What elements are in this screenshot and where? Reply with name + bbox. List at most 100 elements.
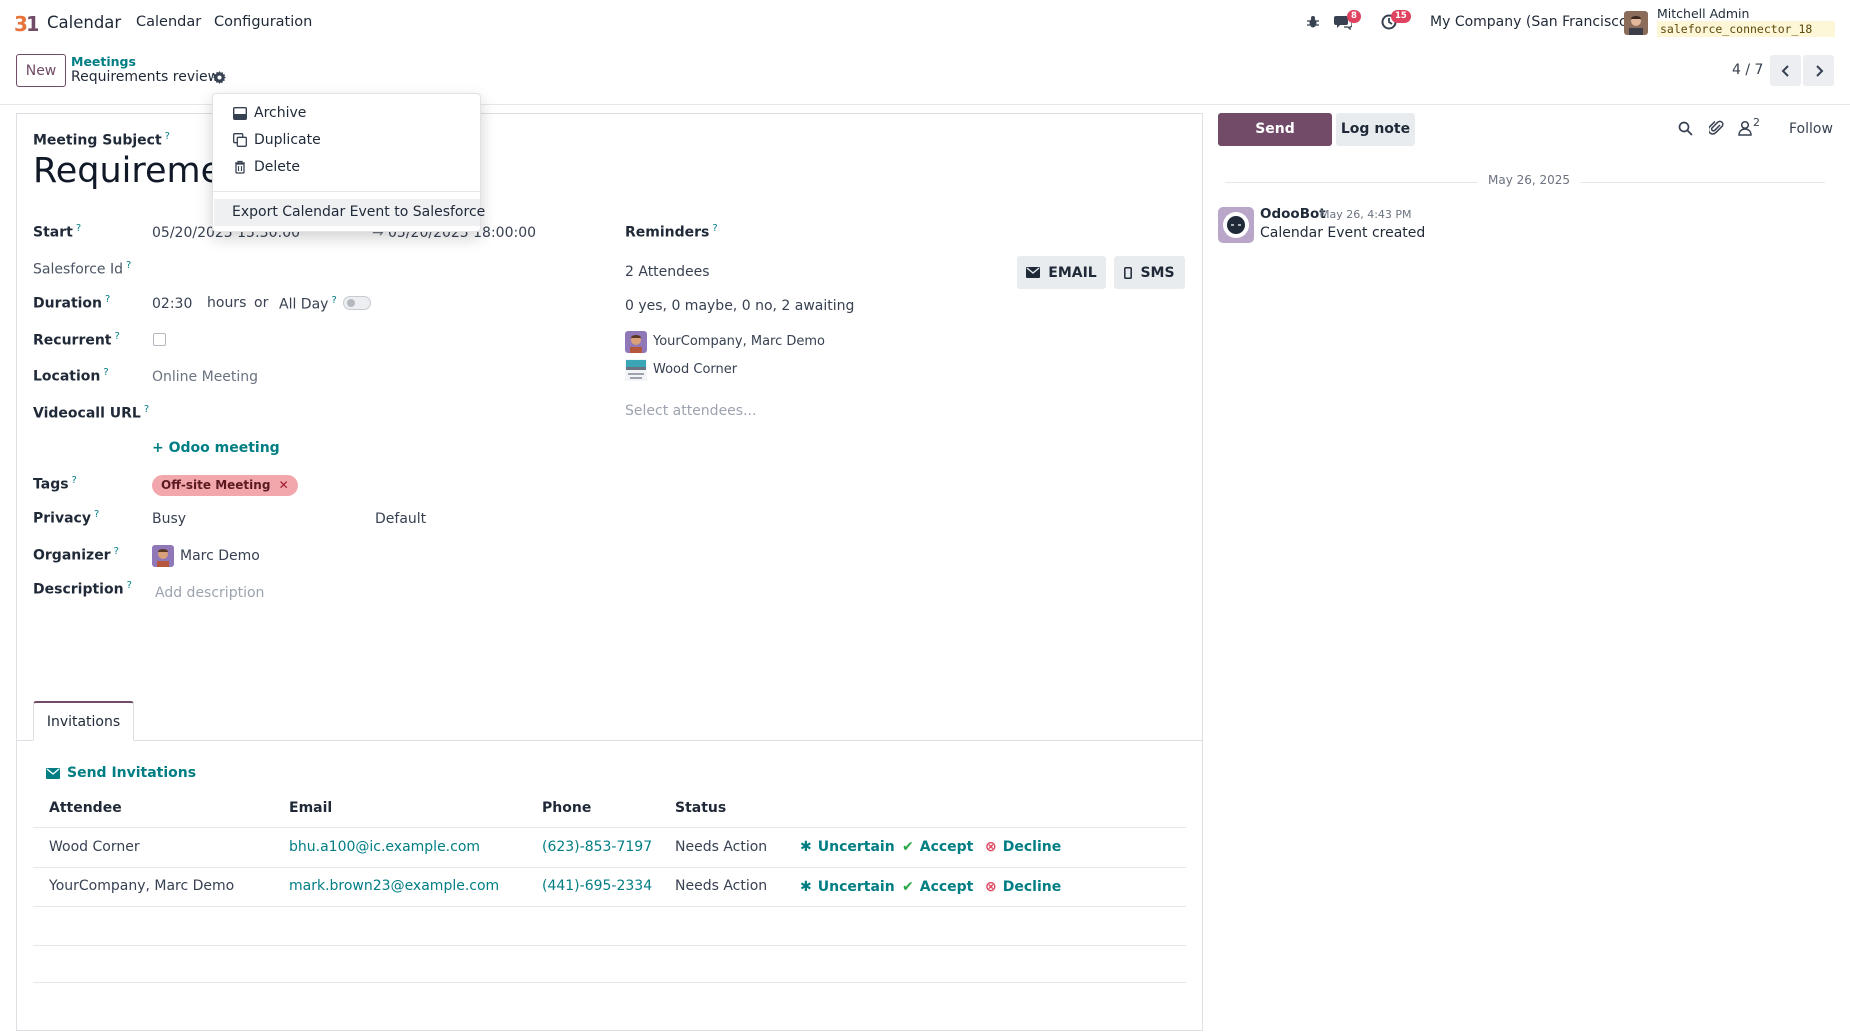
hours-label: hours — [207, 295, 247, 311]
recurrent-label: Recurrent? — [33, 331, 120, 349]
attendees-count: 2 Attendees — [625, 264, 710, 280]
subject-label: Meeting Subject? — [33, 131, 170, 149]
decline-circle-icon: ⊗ — [985, 879, 997, 895]
attendees-summary: 0 yes, 0 maybe, 0 no, 2 awaiting — [625, 298, 855, 314]
privacy-label: Privacy? — [33, 509, 100, 527]
select-attendees-input[interactable]: Select attendees... — [625, 403, 756, 419]
row-separator — [33, 945, 1186, 946]
log-note-button[interactable]: Log note — [1336, 113, 1415, 146]
database-name: saleforce_connector_18 — [1657, 21, 1835, 37]
menu-calendar[interactable]: Calendar — [136, 14, 201, 30]
videocall-label: Videocall URL? — [33, 404, 150, 422]
row2-decline-button[interactable]: ⊗ Decline — [985, 879, 1061, 895]
chevron-left-icon — [1781, 64, 1789, 77]
follow-button[interactable]: Follow — [1789, 121, 1833, 137]
calendar-app-icon[interactable]: 3 1 — [14, 11, 38, 35]
send-invitations-button[interactable]: Send Invitations — [46, 765, 196, 781]
column-phone[interactable]: Phone — [542, 800, 591, 816]
salesforce-id-label: Salesforce Id? — [33, 260, 132, 278]
row-separator — [33, 867, 1186, 868]
row1-uncertain-button[interactable]: ✱ Uncertain — [800, 839, 895, 855]
envelope-icon — [1026, 267, 1041, 278]
duration-input[interactable]: 02:30 — [152, 296, 192, 312]
organizer-value[interactable]: Marc Demo — [180, 548, 260, 564]
row1-attendee[interactable]: Wood Corner — [49, 839, 140, 855]
email-button[interactable]: EMAIL — [1017, 256, 1106, 289]
pager-previous-button[interactable] — [1770, 55, 1801, 86]
privacy-busy-select[interactable]: Busy — [152, 511, 186, 527]
actions-dropdown: Archive Duplicate Delete Export Calendar… — [212, 93, 485, 232]
company-switcher[interactable]: My Company (San Francisco) — [1430, 14, 1633, 30]
description-input[interactable]: Add description — [155, 585, 264, 601]
paperclip-icon[interactable] — [1709, 120, 1724, 136]
row1-decline-button[interactable]: ⊗ Decline — [985, 839, 1061, 855]
reminders-label: Reminders? — [625, 223, 718, 241]
dropdown-separator — [213, 191, 480, 192]
row2-status: Needs Action — [675, 878, 768, 894]
mobile-icon — [1124, 266, 1133, 279]
location-input[interactable]: Online Meeting — [152, 369, 258, 385]
plus-icon: + — [152, 440, 164, 456]
duplicate-item[interactable]: Duplicate — [233, 132, 321, 148]
chevron-right-icon — [1815, 64, 1823, 77]
odoo-meeting-button[interactable]: + Odoo meeting — [152, 440, 280, 456]
duration-label: Duration? — [33, 294, 111, 312]
check-icon: ✔ — [902, 839, 914, 855]
archive-icon — [233, 106, 247, 120]
delete-item[interactable]: Delete — [233, 159, 300, 175]
tab-invitations[interactable]: Invitations — [33, 701, 134, 741]
check-icon: ✔ — [902, 879, 914, 895]
trash-icon — [235, 160, 245, 174]
pager-next-button[interactable] — [1803, 55, 1834, 86]
export-salesforce-item[interactable]: Export Calendar Event to Salesforce — [214, 199, 485, 226]
user-name[interactable]: Mitchell Admin — [1657, 6, 1749, 21]
location-label: Location? — [33, 367, 109, 385]
top-navbar: 3 1 Calendar Calendar Configuration 8 15… — [0, 0, 1850, 46]
followers-icon[interactable] — [1738, 120, 1752, 136]
tag-offsite-meeting[interactable]: Off-site Meeting ✕ — [152, 475, 298, 496]
attendee-avatar-wood-corner — [625, 359, 647, 381]
attendee-wood-corner[interactable]: Wood Corner — [653, 362, 737, 377]
send-message-button[interactable]: Send message — [1218, 113, 1332, 170]
archive-item[interactable]: Archive — [233, 105, 306, 121]
sms-button[interactable]: SMS — [1114, 256, 1185, 289]
message-body: Calendar Event created — [1260, 225, 1426, 241]
menu-configuration[interactable]: Configuration — [214, 14, 312, 30]
svg-text:1: 1 — [26, 12, 38, 35]
remove-tag-icon[interactable]: ✕ — [279, 478, 289, 492]
pager-value[interactable]: 4 / 7 — [1732, 62, 1763, 78]
row1-accept-button[interactable]: ✔ Accept — [902, 839, 973, 855]
messages-badge: 8 — [1347, 10, 1361, 23]
row2-accept-button[interactable]: ✔ Accept — [902, 879, 973, 895]
attendee-marc[interactable]: YourCompany, Marc Demo — [653, 334, 825, 349]
breadcrumb-meetings[interactable]: Meetings — [71, 54, 136, 69]
description-label: Description? — [33, 580, 132, 598]
row1-phone[interactable]: (623)-853-7197 — [542, 839, 652, 855]
tab-baseline — [16, 740, 1203, 741]
allday-label: All Day? — [279, 295, 337, 313]
column-email[interactable]: Email — [289, 800, 332, 816]
row-separator — [33, 982, 1186, 983]
row2-phone[interactable]: (441)-695-2334 — [542, 878, 652, 894]
odoobot-avatar — [1218, 207, 1254, 243]
organizer-label: Organizer? — [33, 546, 119, 564]
or-label: or — [254, 295, 269, 311]
allday-toggle[interactable] — [343, 296, 371, 310]
privacy-default-select[interactable]: Default — [375, 511, 426, 527]
gear-icon[interactable] — [213, 71, 226, 84]
new-button[interactable]: New — [16, 54, 66, 87]
app-name[interactable]: Calendar — [47, 13, 121, 32]
search-icon[interactable] — [1678, 121, 1693, 136]
row2-attendee[interactable]: YourCompany, Marc Demo — [49, 878, 234, 894]
column-status[interactable]: Status — [675, 800, 726, 816]
bug-icon[interactable] — [1306, 15, 1320, 29]
recurrent-checkbox[interactable] — [153, 333, 166, 346]
row2-uncertain-button[interactable]: ✱ Uncertain — [800, 879, 895, 895]
row1-email[interactable]: bhu.a100@ic.example.com — [289, 839, 480, 855]
row2-email[interactable]: mark.brown23@example.com — [289, 878, 499, 894]
message-author[interactable]: OdooBot — [1260, 206, 1326, 222]
column-attendee[interactable]: Attendee — [49, 800, 122, 816]
user-avatar[interactable] — [1624, 11, 1648, 35]
table-header-line — [33, 827, 1186, 828]
asterisk-icon: ✱ — [800, 839, 812, 855]
